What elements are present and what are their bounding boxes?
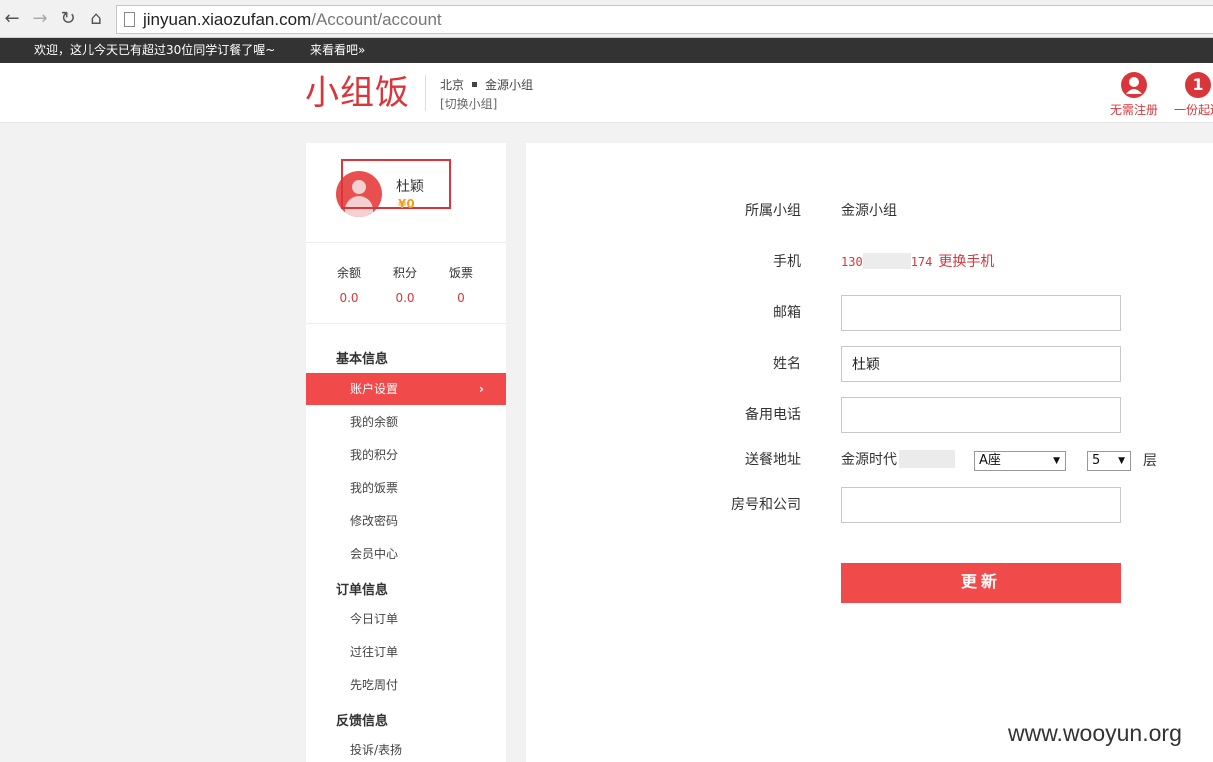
sidebar-item-tickets[interactable]: 我的饭票 (306, 472, 506, 504)
one-meal-badge: 1 一份起送 (1168, 72, 1213, 118)
account-sidebar: 杜颖 ¥0 余额 0.0 积分 0.0 饭票 0 基本信息 账户设置 › 我的余… (306, 143, 506, 762)
sidebar-item-points[interactable]: 我的积分 (306, 439, 506, 471)
address-label: 送餐地址 (745, 452, 801, 468)
phone-prefix: 130 (841, 255, 863, 269)
sidebar-item-change-password[interactable]: 修改密码 (306, 505, 506, 537)
dropdown-arrow-icon: ▼ (1118, 456, 1125, 466)
one-meal-label: 一份起送 (1173, 103, 1213, 117)
user-profile-box: 杜颖 ¥0 (306, 143, 506, 243)
alt-phone-label: 备用电话 (745, 407, 801, 423)
switch-group-link[interactable]: [切换小组] (440, 95, 497, 112)
account-form-panel: 所属小组 金源小组 手机 130174更换手机 邮箱 姓名 备用电话 送餐地址 … (526, 143, 1213, 762)
notice-bar: 欢迎，这儿今天已有超过30位同学订餐了喔~ 来看看吧» (0, 38, 1213, 63)
sidebar-item-today-orders[interactable]: 今日订单 (306, 603, 506, 635)
no-register-label: 无需注册 (1109, 103, 1158, 117)
section-feedback-info: 反馈信息 (336, 714, 389, 729)
notice-link[interactable]: 来看看吧» (310, 38, 365, 63)
building-select[interactable]: A座 ▼ (974, 451, 1066, 471)
stat-points-value: 0.0 (395, 291, 415, 305)
notice-text: 欢迎，这儿今天已有超过30位同学订餐了喔~ (34, 43, 276, 57)
reload-icon[interactable]: ↻ (58, 9, 78, 29)
sidebar-item-eat-first-pay-weekly[interactable]: 先吃周付 (306, 669, 506, 701)
group-label: 所属小组 (745, 203, 801, 219)
user-name: 杜颖 (396, 179, 424, 195)
stat-points-label: 积分 (392, 266, 417, 280)
url-text: jinyuan.xiaozufan.com/Account/account (143, 9, 442, 31)
stat-balance-label: 余额 (336, 266, 361, 280)
name-label: 姓名 (773, 356, 801, 372)
address-prefix: 金源时代 (841, 452, 897, 468)
url-host: jinyuan.xiaozufan.com (143, 10, 312, 29)
email-label: 邮箱 (773, 305, 801, 321)
floor-select[interactable]: 5 ▼ (1087, 451, 1131, 471)
url-path: /Account/account (311, 10, 442, 29)
group-value: 金源小组 (841, 203, 897, 219)
building-selected: A座 (979, 453, 1001, 468)
page-icon (124, 12, 135, 27)
email-field[interactable] (841, 295, 1121, 331)
phone-label: 手机 (773, 254, 801, 270)
phone-row: 130 174 更换手机 (841, 252, 994, 272)
forward-arrow-icon[interactable]: → (30, 9, 50, 29)
no-register-badge: 无需注册 (1108, 72, 1160, 118)
watermark-text: www.wooyun.org (1008, 720, 1182, 746)
site-header: 小组饭 北京 金源小组 [切换小组] 无需注册 1 一份起送 (0, 63, 1213, 123)
alt-phone-field[interactable] (841, 397, 1121, 433)
name-field[interactable] (841, 346, 1121, 382)
stat-balance[interactable]: 余额 0.0 (321, 264, 377, 305)
separator-dot-icon (472, 82, 478, 87)
location-line: 北京 金源小组 (440, 76, 533, 93)
update-button[interactable]: 更新 (841, 563, 1121, 603)
phone-suffix: 174 (910, 255, 933, 269)
account-stats: 余额 0.0 积分 0.0 饭票 0 (306, 244, 506, 324)
sidebar-item-member-center[interactable]: 会员中心 (306, 538, 506, 570)
address-row: 金源时代 (841, 449, 955, 470)
stat-points[interactable]: 积分 0.0 (377, 264, 433, 305)
dropdown-arrow-icon: ▼ (1053, 456, 1060, 466)
sidebar-item-balance[interactable]: 我的余额 (306, 406, 506, 438)
stat-tickets[interactable]: 饭票 0 (433, 264, 489, 305)
stat-tickets-value: 0 (457, 291, 465, 305)
change-phone-link[interactable]: 更换手机 (938, 254, 994, 270)
phone-mask (862, 253, 911, 269)
room-company-field[interactable] (841, 487, 1121, 523)
user-money: ¥0 (398, 197, 415, 211)
section-order-info: 订单信息 (336, 583, 389, 598)
address-mask (899, 449, 955, 468)
sidebar-item-past-orders[interactable]: 过往订单 (306, 636, 506, 668)
sidebar-item-complaint-praise[interactable]: 投诉/表扬 (306, 734, 506, 762)
city-name: 北京 (440, 78, 465, 92)
site-logo[interactable]: 小组饭 (305, 72, 410, 114)
logo-divider (425, 75, 426, 111)
address-bar[interactable]: jinyuan.xiaozufan.com/Account/account (116, 5, 1213, 34)
number-one-icon: 1 (1185, 72, 1211, 98)
floor-selected: 5 (1092, 453, 1101, 468)
home-icon[interactable]: ⌂ (86, 9, 106, 29)
sidebar-item-account-settings[interactable]: 账户设置 › (306, 373, 506, 405)
group-name: 金源小组 (485, 78, 534, 92)
stat-tickets-label: 饭票 (448, 266, 473, 280)
chevron-right-icon: › (479, 382, 484, 396)
sidebar-item-label: 账户设置 (350, 382, 399, 396)
section-basic-info: 基本信息 (336, 352, 389, 367)
user-icon (1121, 72, 1147, 98)
stat-balance-value: 0.0 (339, 291, 359, 305)
floor-unit-label: 层 (1143, 453, 1157, 469)
back-arrow-icon[interactable]: ← (2, 9, 22, 29)
browser-toolbar: ← → ↻ ⌂ jinyuan.xiaozufan.com/Account/ac… (0, 0, 1213, 38)
room-label: 房号和公司 (731, 497, 801, 513)
